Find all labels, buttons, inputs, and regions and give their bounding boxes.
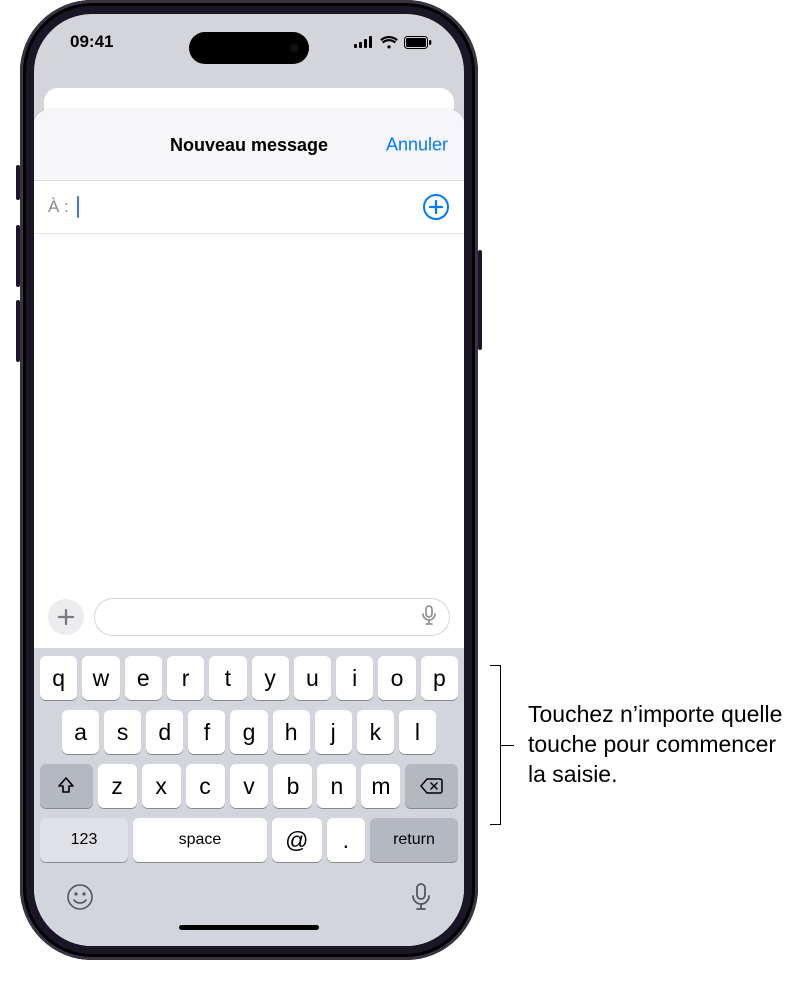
letter-key-k[interactable]: k: [357, 710, 394, 754]
letter-key-e[interactable]: e: [125, 656, 162, 700]
sheet-title: Nouveau message: [170, 135, 328, 156]
attachments-button[interactable]: [48, 599, 84, 635]
cancel-button[interactable]: Annuler: [386, 135, 448, 156]
letter-key-f[interactable]: f: [188, 710, 225, 754]
annotation-callout: Touchez n’importe quelle touche pour com…: [500, 665, 798, 825]
dynamic-island: [189, 32, 309, 64]
text-cursor: [77, 196, 79, 218]
letter-key-l[interactable]: l: [399, 710, 436, 754]
shift-key[interactable]: [40, 764, 93, 808]
letter-key-x[interactable]: x: [142, 764, 181, 808]
letter-key-z[interactable]: z: [98, 764, 137, 808]
volume-down-button[interactable]: [16, 300, 20, 362]
mute-switch[interactable]: [16, 165, 20, 200]
letter-key-n[interactable]: n: [317, 764, 356, 808]
volume-up-button[interactable]: [16, 225, 20, 287]
letter-key-o[interactable]: o: [378, 656, 415, 700]
phone-frame: 09:41 Nouveau message Ann: [20, 0, 478, 960]
conversation-area: [34, 234, 464, 588]
sheet-header: Nouveau message Annuler: [34, 110, 464, 181]
phone-screen: 09:41 Nouveau message Ann: [34, 14, 464, 946]
emoji-key[interactable]: [66, 883, 94, 916]
power-button[interactable]: [478, 250, 482, 350]
wifi-icon: [380, 36, 398, 49]
letter-key-c[interactable]: c: [186, 764, 225, 808]
return-key[interactable]: return: [370, 818, 458, 862]
to-label: À :: [48, 197, 69, 217]
letter-key-p[interactable]: p: [421, 656, 458, 700]
letter-key-i[interactable]: i: [336, 656, 373, 700]
letter-key-y[interactable]: y: [252, 656, 289, 700]
dictation-key[interactable]: [410, 882, 432, 917]
letter-key-a[interactable]: a: [62, 710, 99, 754]
cellular-icon: [354, 36, 374, 48]
letter-key-t[interactable]: t: [209, 656, 246, 700]
letter-key-j[interactable]: j: [315, 710, 352, 754]
letter-key-s[interactable]: s: [104, 710, 141, 754]
space-key[interactable]: space: [133, 818, 267, 862]
dot-key[interactable]: .: [327, 818, 365, 862]
delete-key[interactable]: [405, 764, 458, 808]
letter-key-u[interactable]: u: [294, 656, 331, 700]
letter-key-w[interactable]: w: [82, 656, 119, 700]
at-key[interactable]: @: [272, 818, 322, 862]
letter-key-h[interactable]: h: [273, 710, 310, 754]
callout-bracket: [500, 665, 518, 825]
battery-icon: [404, 36, 432, 49]
letter-key-m[interactable]: m: [361, 764, 400, 808]
dictate-inline-icon[interactable]: [421, 605, 437, 630]
message-input-row: [34, 588, 464, 648]
letter-key-r[interactable]: r: [167, 656, 204, 700]
to-field-row[interactable]: À :: [34, 181, 464, 234]
compose-sheet: Nouveau message Annuler À :: [34, 110, 464, 946]
callout-text: Touchez n’importe quelle touche pour com…: [528, 700, 798, 790]
letter-key-q[interactable]: q: [40, 656, 77, 700]
status-time: 09:41: [70, 32, 113, 52]
add-contact-button[interactable]: [422, 193, 450, 221]
letter-key-g[interactable]: g: [230, 710, 267, 754]
keyboard: qwertyuiop asdfghjkl zxcvbnm 123 space: [34, 648, 464, 946]
numbers-key[interactable]: 123: [40, 818, 128, 862]
message-text-field[interactable]: [94, 598, 450, 636]
letter-key-v[interactable]: v: [230, 764, 269, 808]
home-indicator[interactable]: [179, 925, 319, 930]
letter-key-d[interactable]: d: [146, 710, 183, 754]
letter-key-b[interactable]: b: [273, 764, 312, 808]
